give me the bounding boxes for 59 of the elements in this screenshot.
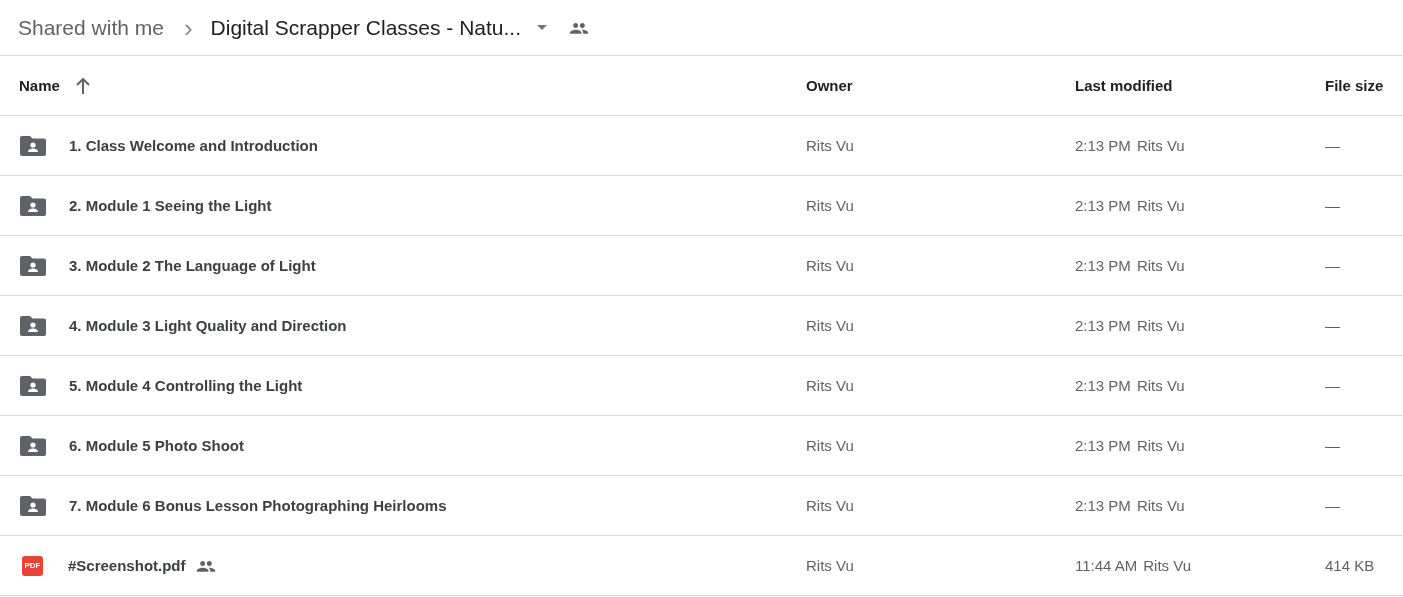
- pdf-file-icon: PDF: [22, 555, 43, 576]
- file-name[interactable]: 5. Module 4 Controlling the Light: [69, 377, 303, 394]
- file-size-cell: —: [1325, 497, 1340, 514]
- people-icon[interactable]: [569, 21, 590, 34]
- shared-folder-icon: [20, 375, 46, 396]
- modified-time: 2:13 PM: [1075, 437, 1131, 454]
- file-size-cell: —: [1325, 197, 1340, 214]
- owner-cell: Rits Vu: [806, 437, 854, 454]
- modified-by: Rits Vu: [1136, 137, 1185, 154]
- file-name[interactable]: 7. Module 6 Bonus Lesson Photographing Heirlooms: [69, 497, 447, 514]
- shared-folder-icon: [20, 435, 46, 456]
- owner-cell: Rits Vu: [806, 377, 854, 394]
- file-size-cell: 414 KB: [1325, 557, 1375, 574]
- column-header[interactable]: Name: [19, 77, 60, 94]
- modified-by: Rits Vu: [1143, 557, 1192, 574]
- owner-cell: Rits Vu: [806, 257, 854, 274]
- shared-folder-icon: [20, 315, 46, 336]
- people-icon: [195, 559, 216, 572]
- shared-folder-icon: [20, 135, 46, 156]
- column-header[interactable]: Last modified: [1075, 77, 1173, 94]
- owner-cell: Rits Vu: [806, 317, 854, 334]
- column-header[interactable]: File size: [1325, 77, 1384, 94]
- file-name[interactable]: 4. Module 3 Light Quality and Direction: [69, 317, 347, 334]
- owner-cell: Rits Vu: [806, 497, 854, 514]
- caret-icon[interactable]: [537, 25, 548, 30]
- modified-time: 2:13 PM: [1075, 197, 1131, 214]
- modified-by: Rits Vu: [1136, 377, 1185, 394]
- file-size-cell: —: [1325, 437, 1340, 454]
- owner-cell: Rits Vu: [806, 137, 854, 154]
- file-name[interactable]: 3. Module 2 The Language of Light: [69, 257, 316, 274]
- column-header[interactable]: Owner: [806, 77, 853, 94]
- sort-arrow-icon[interactable]: [75, 77, 90, 94]
- owner-cell: Rits Vu: [806, 557, 854, 574]
- owner-cell: Rits Vu: [806, 197, 854, 214]
- file-name[interactable]: 1. Class Welcome and Introduction: [69, 137, 318, 154]
- file-size-cell: —: [1325, 377, 1340, 394]
- shared-folder-icon: [20, 495, 46, 516]
- modified-by: Rits Vu: [1136, 317, 1185, 334]
- modified-by: Rits Vu: [1136, 437, 1185, 454]
- modified-by: Rits Vu: [1136, 197, 1185, 214]
- modified-by: Rits Vu: [1136, 497, 1185, 514]
- file-size-cell: —: [1325, 137, 1340, 154]
- modified-time: 2:13 PM: [1075, 137, 1131, 154]
- modified-time: 2:13 PM: [1075, 497, 1131, 514]
- file-name[interactable]: #Screenshot.pdf: [68, 557, 186, 574]
- chevron-separator: ›: [183, 14, 193, 41]
- folder-title[interactable]: Digital Scrapper Classes - Natu...: [210, 15, 522, 40]
- file-name[interactable]: 2. Module 1 Seeing the Light: [69, 197, 272, 214]
- modified-time: 2:13 PM: [1075, 317, 1131, 334]
- file-size-cell: —: [1325, 257, 1340, 274]
- shared-folder-icon: [20, 255, 46, 276]
- modified-time: 2:13 PM: [1075, 377, 1131, 394]
- breadcrumb-link[interactable]: Shared with me: [18, 15, 164, 40]
- shared-folder-icon: [20, 195, 46, 216]
- modified-by: Rits Vu: [1136, 257, 1185, 274]
- modified-time: 11:44 AM: [1075, 557, 1138, 574]
- file-name[interactable]: 6. Module 5 Photo Shoot: [69, 437, 244, 454]
- file-size-cell: —: [1325, 317, 1340, 334]
- modified-time: 2:13 PM: [1075, 257, 1131, 274]
